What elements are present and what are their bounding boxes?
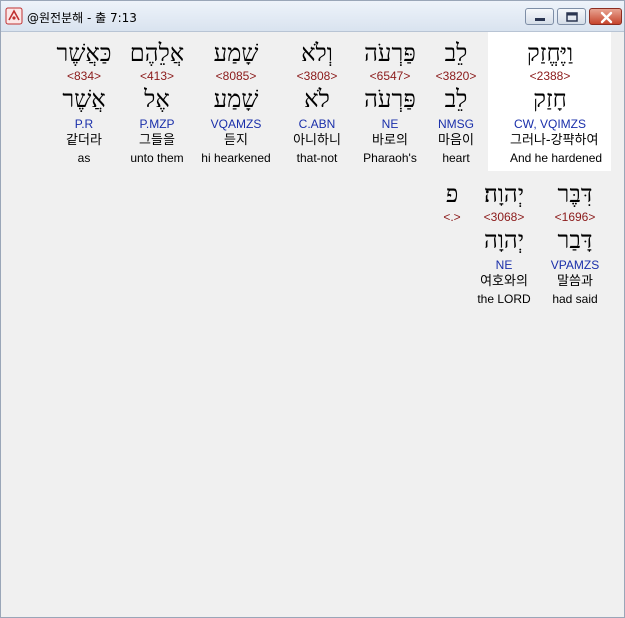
- lemma-word: פַּרְעֹה: [364, 85, 416, 113]
- word-column[interactable]: שָׁמַע <8085> שָׁמַע VQAMZS 듣지 hi hearke…: [196, 38, 276, 166]
- lemma-word: יְהוָה: [483, 226, 525, 254]
- strong-number: <.>: [443, 210, 461, 224]
- morph-code: C.ABN: [298, 117, 336, 131]
- english-gloss: unto them: [130, 151, 184, 165]
- morph-code: P.R: [74, 117, 94, 131]
- english-gloss: Pharaoh's: [363, 151, 417, 165]
- english-gloss: the LORD: [477, 292, 531, 306]
- english-gloss: that-not: [296, 151, 338, 165]
- close-icon: [600, 11, 613, 24]
- hebrew-word: פַּרְעֹה: [364, 39, 416, 67]
- lemma-word: חָזַק: [533, 85, 567, 113]
- korean-gloss: 듣지: [224, 133, 248, 148]
- word-column[interactable]: פַּרְעֹה <6547> פַּרְעֹה NE 바로의 Pharaoh'…: [350, 38, 430, 166]
- strong-number: <6547>: [369, 69, 411, 83]
- hebrew-word: פ: [445, 180, 459, 208]
- hebrew-word: דִּבֶּר: [557, 180, 593, 208]
- word-column[interactable]: פ <.>: [412, 179, 492, 225]
- lemma-word: אֲשֶׁר: [62, 85, 106, 113]
- strong-number: <413>: [139, 69, 175, 83]
- english-gloss: And he hardened: [510, 151, 603, 165]
- maximize-icon: [566, 12, 578, 22]
- korean-gloss: 같더라: [66, 133, 102, 148]
- word-column[interactable]: וַיֶּחֱזַק <2388> חָזַק CW, VQIMZS 그러나-강…: [510, 38, 603, 166]
- word-column[interactable]: דִּבֶּר <1696> דָּבַר VPAMZS 말씀과 had sai…: [535, 179, 615, 307]
- morph-code: NE: [381, 117, 399, 131]
- close-button[interactable]: [589, 8, 622, 25]
- lemma-word: דָּבַר: [557, 226, 593, 254]
- app-window: @원전분해 - 출 7:13 וַיֶּחֱזַק <2388> חָזַק C…: [0, 0, 625, 618]
- hebrew-word: שָׁמַע: [213, 39, 259, 67]
- hebrew-word: וְלֹא: [301, 39, 333, 67]
- strong-number: <834>: [66, 69, 102, 83]
- morph-code: CW, VQIMZS: [514, 117, 586, 131]
- minimize-button[interactable]: [525, 8, 554, 25]
- word-column[interactable]: כַּאֲשֶׁר <834> אֲשֶׁר P.R 같더라 as: [44, 38, 124, 166]
- korean-gloss: 바로의: [372, 133, 408, 148]
- korean-gloss: 여호와의: [480, 274, 528, 289]
- lemma-word: שָׁמַע: [213, 85, 259, 113]
- strong-number: <2388>: [529, 69, 571, 83]
- title-bar[interactable]: @원전분해 - 출 7:13: [1, 1, 624, 32]
- window-title: @원전분해 - 출 7:13: [27, 11, 137, 25]
- morph-code: NE: [495, 258, 513, 272]
- app-icon: [5, 7, 23, 25]
- strong-number: <1696>: [554, 210, 596, 224]
- english-gloss: hi hearkened: [201, 151, 271, 165]
- korean-gloss: 말씀과: [557, 274, 593, 289]
- word-column[interactable]: אֲלֵהֶם <413> אֶל P.MZP 그들을 unto them: [117, 38, 197, 166]
- korean-gloss: 아니하니: [293, 133, 341, 148]
- english-gloss: had said: [552, 292, 598, 306]
- maximize-button[interactable]: [557, 8, 586, 25]
- hebrew-word: אֲלֵהֶם: [129, 39, 185, 67]
- english-gloss: as: [77, 151, 91, 165]
- lemma-word: לֹא: [304, 85, 330, 113]
- minimize-icon: [535, 18, 545, 21]
- morph-code: P.MZP: [139, 117, 175, 131]
- lemma-word: אֶל: [144, 85, 170, 113]
- korean-gloss: 그러나-강퍅하여: [510, 133, 599, 148]
- morph-code: VQAMZS: [210, 117, 262, 131]
- korean-gloss: 그들을: [139, 133, 175, 148]
- word-column[interactable]: וְלֹא <3808> לֹא C.ABN 아니하니 that-not: [277, 38, 357, 166]
- strong-number: <3808>: [296, 69, 338, 83]
- morph-code: VPAMZS: [550, 258, 600, 272]
- strong-number: <8085>: [215, 69, 257, 83]
- hebrew-word: וַיֶּחֱזַק: [526, 39, 574, 67]
- hebrew-word: כַּאֲשֶׁר: [56, 39, 112, 67]
- interlinear-view: וַיֶּחֱזַק <2388> חָזַק CW, VQIMZS 그러나-강…: [8, 32, 619, 612]
